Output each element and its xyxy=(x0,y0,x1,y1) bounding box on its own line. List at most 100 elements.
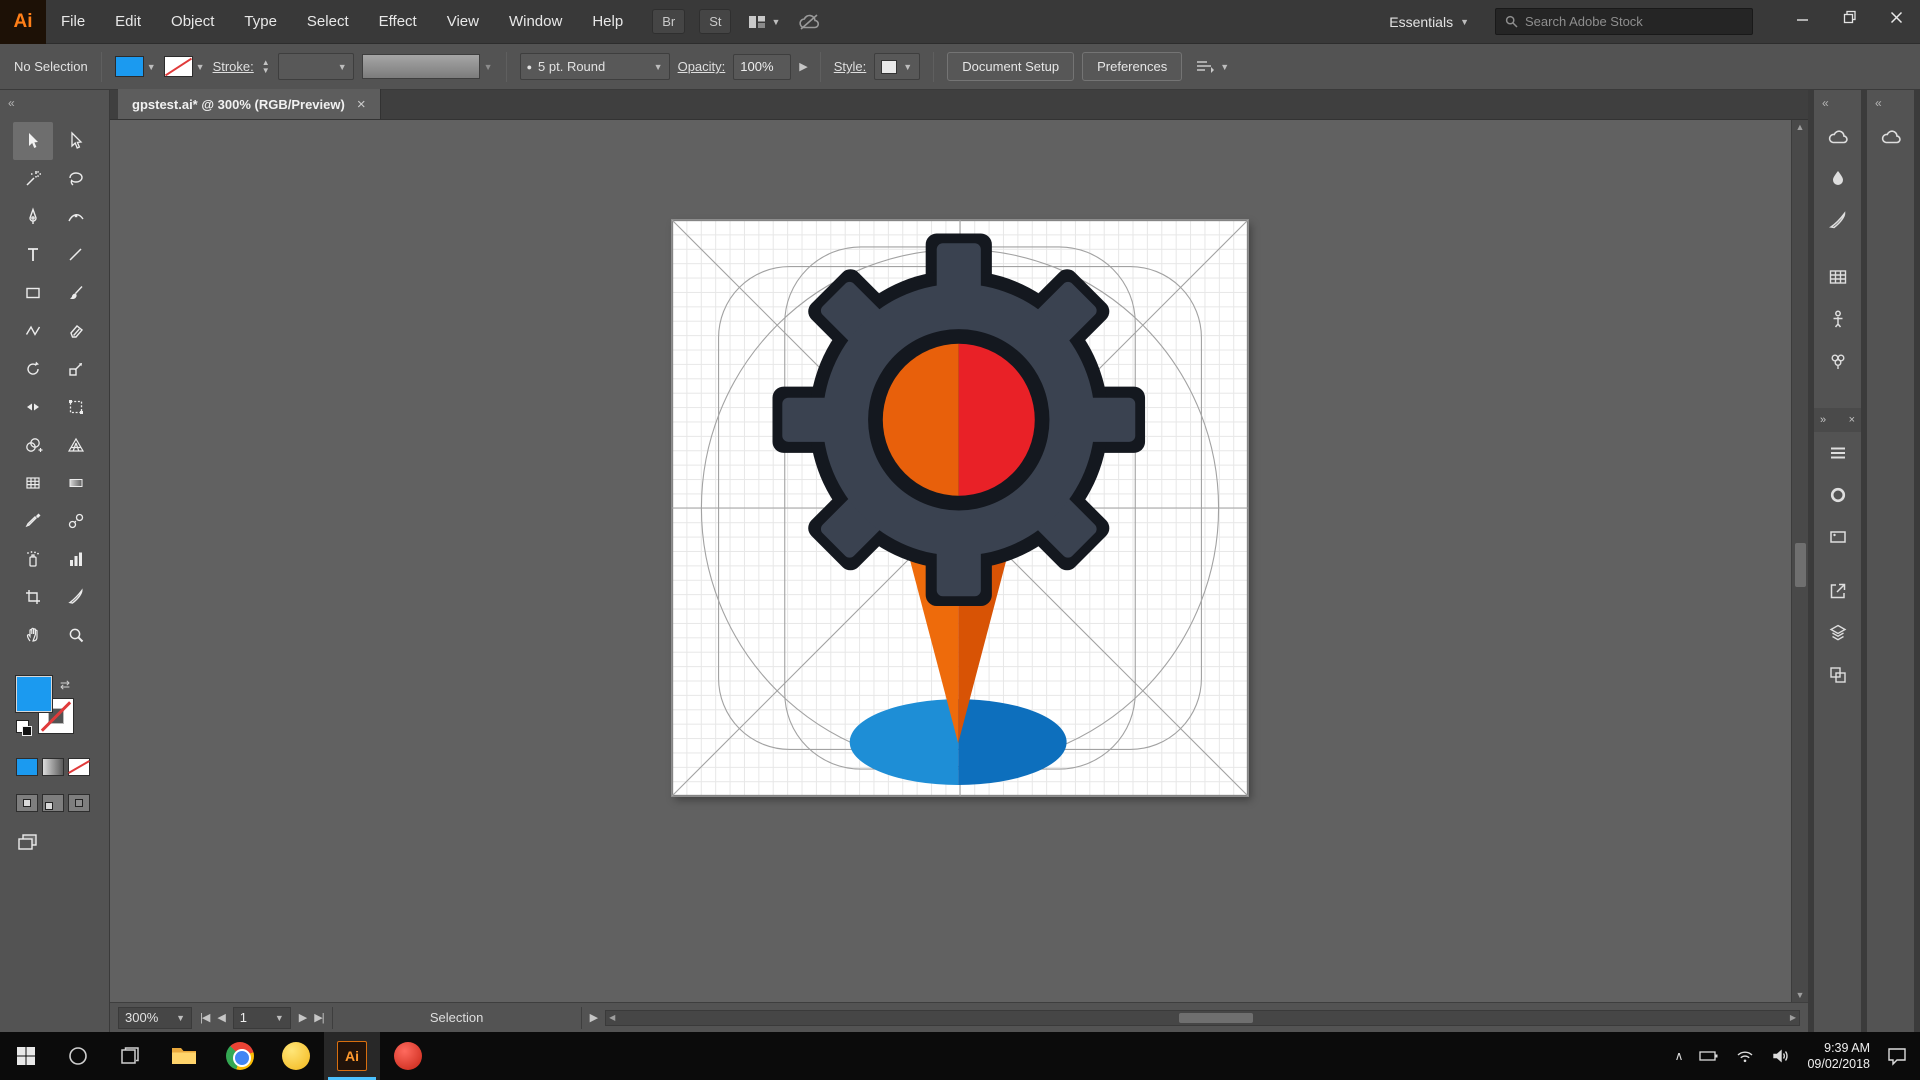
collapse-icon[interactable]: « xyxy=(1822,96,1829,110)
align-options-control[interactable]: ▼ xyxy=(1194,58,1229,76)
tool-gradient[interactable] xyxy=(56,464,96,502)
tool-rectangle[interactable] xyxy=(13,274,53,312)
tool-eraser[interactable] xyxy=(56,312,96,350)
image-trace-panel-button[interactable] xyxy=(1818,200,1858,242)
artboard-canvas[interactable] xyxy=(672,220,1248,796)
tool-rotate[interactable] xyxy=(13,350,53,388)
horizontal-scrollbar[interactable]: ◀ ▶ xyxy=(605,1010,1800,1026)
tool-pen[interactable] xyxy=(13,198,53,236)
preferences-button[interactable]: Preferences xyxy=(1082,52,1182,81)
scroll-down-icon[interactable]: ▼ xyxy=(1796,990,1805,1000)
taskbar-file-explorer[interactable] xyxy=(156,1032,212,1080)
vertical-scroll-thumb[interactable] xyxy=(1795,543,1806,587)
style-combo[interactable]: ▼ xyxy=(874,53,920,80)
hidden-icons-chevron[interactable]: ∧ xyxy=(1675,1049,1684,1063)
taskbar-yellow-app[interactable] xyxy=(268,1032,324,1080)
minimize-button[interactable] xyxy=(1779,0,1826,34)
scroll-right-icon[interactable]: ▶ xyxy=(1790,1013,1796,1022)
stroke-weight-label[interactable]: Stroke: xyxy=(213,59,254,74)
tool-zoom[interactable] xyxy=(56,616,96,654)
menu-type[interactable]: Type xyxy=(229,0,292,43)
tool-shape-builder[interactable] xyxy=(13,426,53,464)
artboard[interactable] xyxy=(672,220,1248,796)
tool-blend[interactable] xyxy=(56,502,96,540)
layers-panel-button[interactable] xyxy=(1818,612,1858,654)
brush-preset-combo[interactable]: ● 5 pt. Round ▼ xyxy=(520,53,670,80)
scroll-up-icon[interactable]: ▲ xyxy=(1796,122,1805,132)
search-input[interactable] xyxy=(1525,14,1725,29)
properties-panel-button[interactable] xyxy=(1818,432,1858,474)
cortana-button[interactable] xyxy=(52,1032,104,1080)
status-menu-arrow[interactable]: ▶ xyxy=(590,1011,597,1024)
stock-search[interactable] xyxy=(1495,8,1753,35)
touch-type-panel-button[interactable] xyxy=(1818,298,1858,340)
opacity-input[interactable] xyxy=(733,54,791,80)
horizontal-scroll-thumb[interactable] xyxy=(1179,1013,1253,1023)
document-setup-button[interactable]: Document Setup xyxy=(947,52,1074,81)
swap-fill-stroke-icon[interactable]: ⇄ xyxy=(60,678,70,692)
screen-mode-button[interactable] xyxy=(16,832,109,855)
tool-scale[interactable] xyxy=(56,350,96,388)
cc-sync-disabled-button[interactable] xyxy=(796,12,822,32)
tool-slice[interactable] xyxy=(56,578,96,616)
color-themes-panel-button[interactable] xyxy=(1818,158,1858,200)
draw-inside-button[interactable] xyxy=(68,794,90,812)
menu-view[interactable]: View xyxy=(432,0,494,43)
tool-type[interactable] xyxy=(13,236,53,274)
stepper-down-icon[interactable]: ▼ xyxy=(262,67,270,75)
stroke-weight-combo[interactable]: ▼ xyxy=(278,53,354,80)
network-icon[interactable] xyxy=(1735,1048,1755,1064)
color-panel-button[interactable] xyxy=(1818,474,1858,516)
zoom-control[interactable]: 300% ▼ xyxy=(118,1007,192,1029)
none-button[interactable] xyxy=(68,758,90,776)
tool-curvature[interactable] xyxy=(56,198,96,236)
tool-magic-wand[interactable] xyxy=(13,160,53,198)
menu-effect[interactable]: Effect xyxy=(364,0,432,43)
tool-shaper[interactable] xyxy=(13,312,53,350)
stroke-color-control[interactable]: ▼ xyxy=(164,56,205,77)
collapse-icon[interactable]: « xyxy=(1875,96,1882,110)
appearance-panel-button[interactable] xyxy=(1818,516,1858,558)
shadow-right-half[interactable] xyxy=(958,699,1066,785)
tool-hand[interactable] xyxy=(13,616,53,654)
battery-icon[interactable] xyxy=(1699,1048,1719,1064)
menu-object[interactable]: Object xyxy=(156,0,229,43)
gps-icon-artwork[interactable] xyxy=(772,233,1145,784)
scroll-left-icon[interactable]: ◀ xyxy=(609,1013,615,1022)
document-tab[interactable]: gpstest.ai* @ 300% (RGB/Preview) × xyxy=(118,89,381,119)
task-view-button[interactable] xyxy=(104,1032,156,1080)
shadow-left-half[interactable] xyxy=(850,699,958,785)
tool-column-graph[interactable] xyxy=(56,540,96,578)
default-fill-stroke-icon[interactable] xyxy=(16,720,29,733)
volume-icon[interactable] xyxy=(1771,1048,1791,1064)
arrange-documents-button[interactable]: ▼ xyxy=(747,13,780,31)
draw-behind-button[interactable] xyxy=(42,794,64,812)
start-button[interactable] xyxy=(0,1032,52,1080)
stroke-swatch[interactable] xyxy=(164,56,193,77)
tool-selection[interactable] xyxy=(13,122,53,160)
tool-direct-selection[interactable] xyxy=(56,122,96,160)
dock-close-icon[interactable]: × xyxy=(1849,414,1855,426)
taskbar-red-app[interactable] xyxy=(380,1032,436,1080)
fill-color-control[interactable]: ▼ xyxy=(115,56,156,77)
fill-indicator[interactable] xyxy=(16,676,52,712)
previous-artboard-button[interactable]: ◀ xyxy=(217,1011,224,1024)
artboards-panel-button[interactable] xyxy=(1818,654,1858,696)
menu-edit[interactable]: Edit xyxy=(100,0,156,43)
tool-width[interactable] xyxy=(13,388,53,426)
secondary-dock-header[interactable]: « xyxy=(1867,90,1914,116)
gradient-button[interactable] xyxy=(42,758,64,776)
artboard-navigation[interactable]: ▼ xyxy=(233,1007,291,1029)
tool-symbol-sprayer[interactable] xyxy=(13,540,53,578)
tool-eyedropper[interactable] xyxy=(13,502,53,540)
draw-normal-button[interactable] xyxy=(16,794,38,812)
gear[interactable] xyxy=(772,233,1145,606)
tab-close-icon[interactable]: × xyxy=(357,97,366,112)
color-button[interactable] xyxy=(16,758,38,776)
menu-select[interactable]: Select xyxy=(292,0,364,43)
collapse-icon[interactable]: « xyxy=(8,96,15,110)
taskbar-clock[interactable]: 9:39 AM 09/02/2018 xyxy=(1807,1040,1870,1073)
status-display[interactable]: Selection xyxy=(332,1007,582,1029)
tools-panel-header[interactable]: « xyxy=(0,90,109,116)
opacity-label[interactable]: Opacity: xyxy=(678,59,726,74)
